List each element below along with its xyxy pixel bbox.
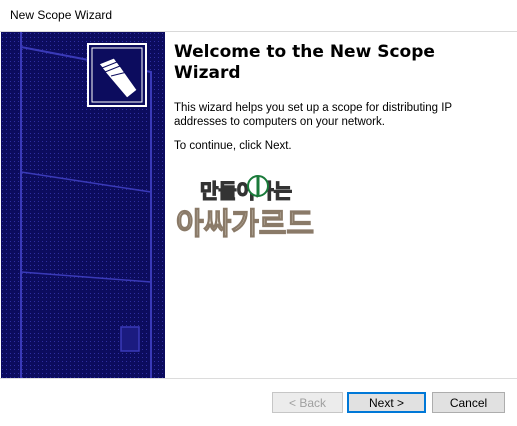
description-text: This wizard helps you set up a scope for… [174,102,452,128]
watermark-logo: 만들어가는 아싸가르드 [174,172,350,244]
watermark-line2: 아싸가르드 [176,207,314,242]
back-button[interactable]: < Back [272,392,343,413]
watermark-graphic: 만들어가는 아싸가르드 [175,175,315,243]
wizard-content: Welcome to the New Scope Wizard This wiz… [174,42,504,153]
wizard-banner [1,32,165,378]
instruction-text: To continue, click Next. [174,140,292,152]
page-heading: Welcome to the New Scope Wizard [174,42,435,83]
folders-icon [87,43,147,107]
banner-graphic [1,32,165,378]
watermark-line1: 만들어가는 [200,179,292,203]
wizard-window: New Scope Wizard Welcome to the New Scop… [0,0,517,426]
cancel-button[interactable]: Cancel [432,392,505,413]
footer-divider [0,378,517,379]
title-bar[interactable]: New Scope Wizard [0,0,517,32]
window-title: New Scope Wizard [10,8,113,22]
next-button[interactable]: Next > [347,392,426,413]
